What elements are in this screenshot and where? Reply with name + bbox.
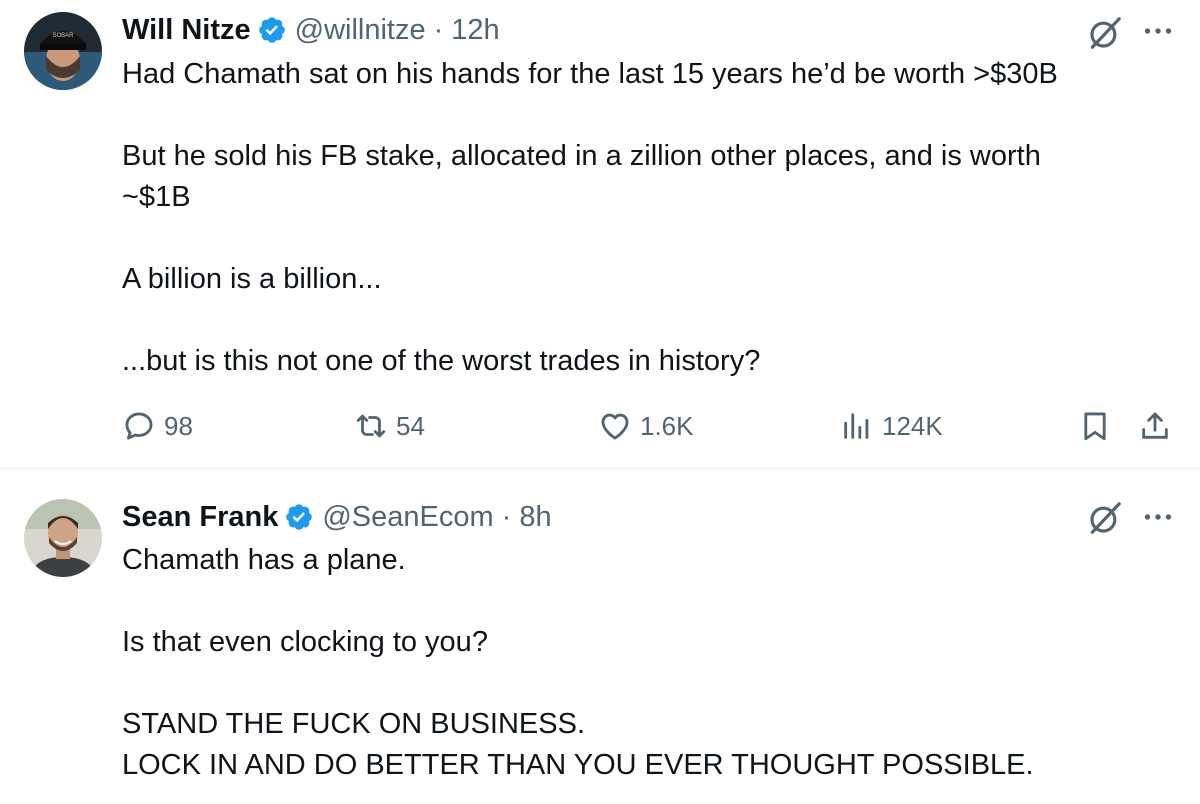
tweet-line: Chamath has a plane. bbox=[122, 544, 406, 576]
views-button[interactable]: 124K bbox=[840, 404, 943, 448]
tweet-line: LOCK IN AND DO BETTER THAN YOU EVER THOU… bbox=[122, 749, 1034, 781]
tweet-text: Chamath has a plane. Is that even clocki… bbox=[122, 540, 1172, 786]
tweet-line: Had Chamath sat on his hands for the las… bbox=[122, 58, 1058, 90]
verified-badge-icon bbox=[286, 504, 313, 530]
bookmark-icon bbox=[1084, 412, 1106, 441]
grok-icon[interactable] bbox=[1086, 499, 1124, 537]
bookmark-button[interactable] bbox=[1078, 404, 1112, 448]
tweet-line: A billion is a billion... bbox=[122, 263, 382, 295]
tweet-line: But he sold his FB stake, allocated in a… bbox=[122, 140, 1041, 172]
more-icon[interactable] bbox=[1140, 13, 1176, 49]
tweet-text: Had Chamath sat on his hands for the las… bbox=[122, 54, 1172, 382]
reply-icon bbox=[125, 412, 153, 440]
views-icon bbox=[844, 413, 869, 439]
tweet[interactable]: Sean Frank @SeanEcom · 8h Chamath has a … bbox=[0, 469, 1200, 804]
repost-button[interactable]: 54 bbox=[354, 404, 425, 448]
share-icon bbox=[1142, 412, 1168, 439]
verified-badge-icon bbox=[258, 17, 285, 43]
more-icon[interactable] bbox=[1140, 499, 1176, 535]
tweet-header: Will Nitze @willnitze · 12h bbox=[122, 10, 500, 50]
author-name[interactable]: Sean Frank bbox=[122, 501, 278, 534]
avatar[interactable]: SOBAR bbox=[24, 12, 102, 90]
tweet-line: Is that even clocking to you? bbox=[122, 626, 488, 658]
separator: · bbox=[433, 13, 444, 46]
timestamp[interactable]: 8h bbox=[519, 501, 551, 534]
tweet-header: Sean Frank @SeanEcom · 8h bbox=[122, 497, 552, 537]
grok-icon[interactable] bbox=[1086, 14, 1124, 52]
reply-count: 98 bbox=[164, 410, 193, 441]
author-name[interactable]: Will Nitze bbox=[122, 14, 251, 47]
views-count: 124K bbox=[882, 410, 943, 441]
like-count: 1.6K bbox=[640, 410, 694, 441]
tweet-line: ...but is this not one of the worst trad… bbox=[122, 345, 761, 377]
heart-icon bbox=[601, 413, 629, 440]
author-handle[interactable]: @SeanEcom bbox=[322, 501, 493, 534]
tweet[interactable]: SOBAR Will Nitze @willnitze · 12h Had Ch… bbox=[0, 0, 1200, 469]
separator: · bbox=[501, 500, 512, 533]
timestamp[interactable]: 12h bbox=[451, 14, 499, 47]
avatar-hat-text: SOBAR bbox=[52, 33, 74, 39]
like-button[interactable]: 1.6K bbox=[598, 404, 694, 448]
tweet-line: ~$1B bbox=[122, 181, 191, 213]
share-button[interactable] bbox=[1138, 404, 1172, 448]
repost-count: 54 bbox=[396, 410, 425, 441]
repost-icon bbox=[356, 414, 386, 438]
avatar[interactable] bbox=[24, 499, 102, 577]
author-handle[interactable]: @willnitze bbox=[295, 14, 426, 47]
tweet-line: STAND THE FUCK ON BUSINESS. bbox=[122, 708, 585, 740]
reply-button[interactable]: 98 bbox=[122, 404, 193, 448]
